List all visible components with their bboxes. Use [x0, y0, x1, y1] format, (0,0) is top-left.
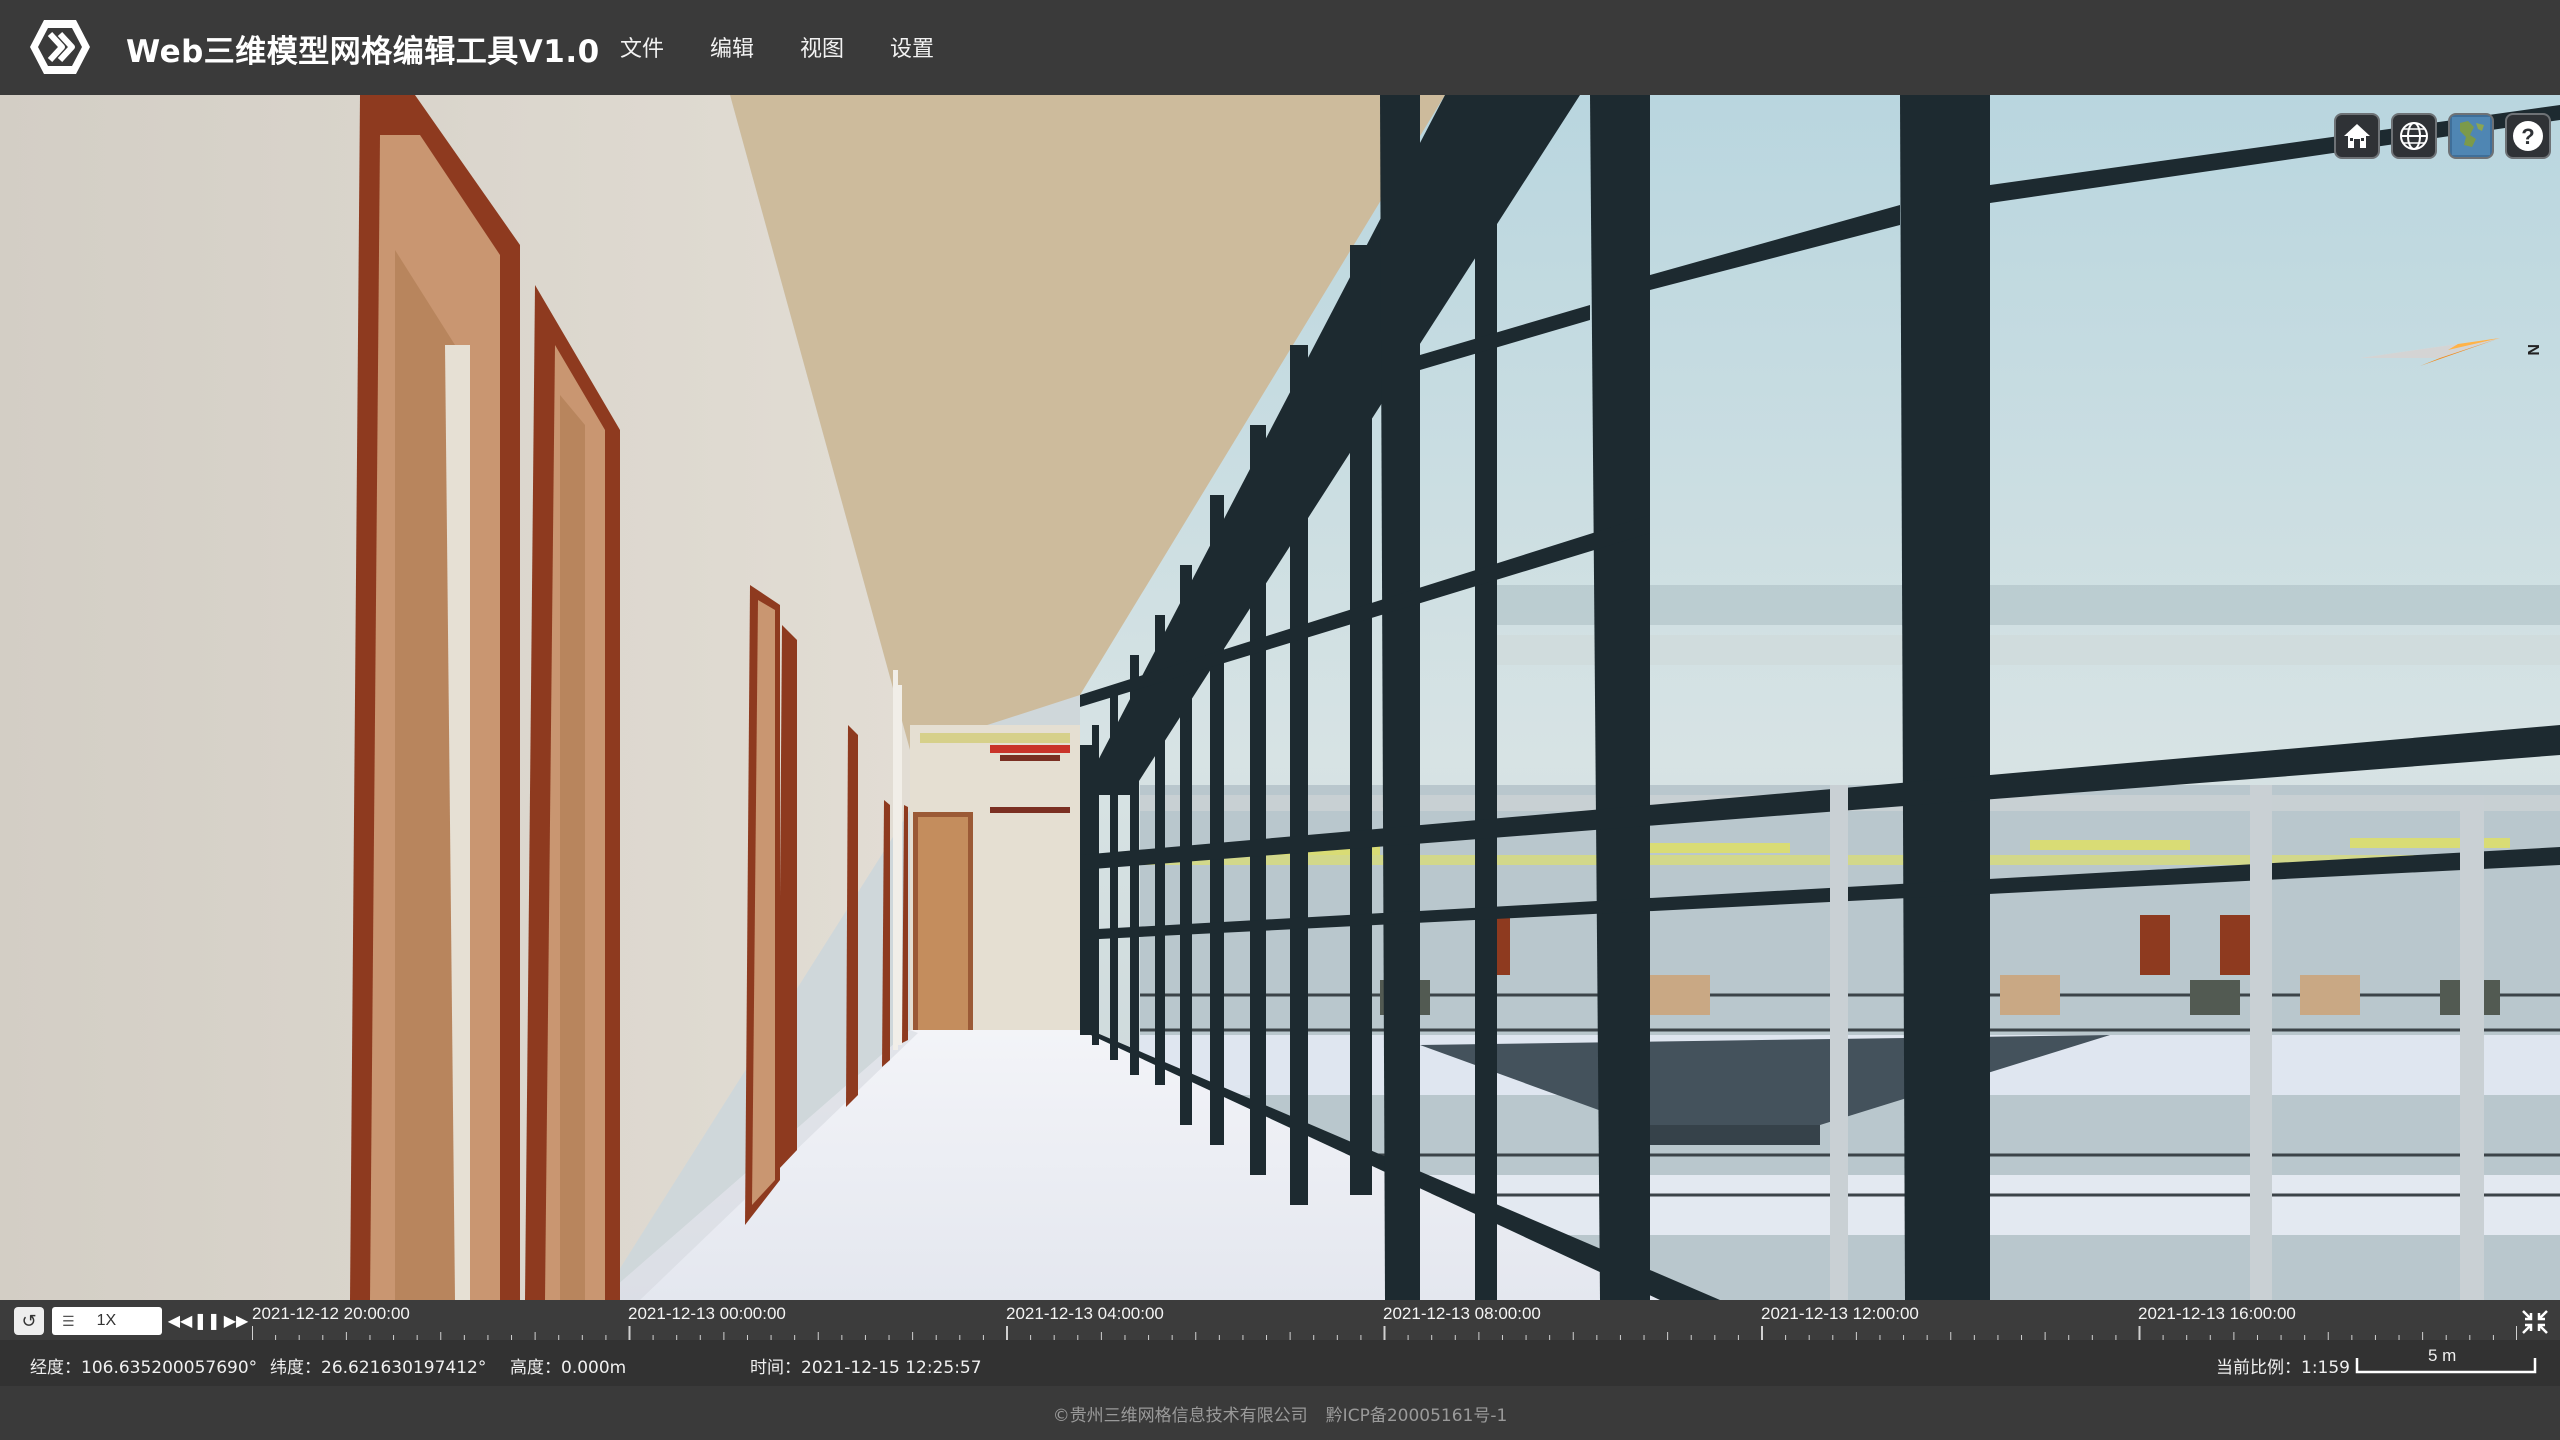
reset-time-button[interactable]: ↺ [14, 1307, 44, 1335]
adjust-icon: ☰ [62, 1312, 75, 1329]
reset-icon: ↺ [21, 1310, 37, 1331]
globe-button[interactable] [2391, 113, 2437, 159]
3d-viewport[interactable]: ? N [0, 95, 2560, 1300]
forward-button[interactable]: ▶▶ [223, 1307, 249, 1335]
pause-icon: ❚❚ [193, 1313, 221, 1330]
timeline-tick-label: 2021-12-13 00:00:00 [628, 1304, 786, 1323]
app-logo-icon [30, 20, 90, 74]
timeline-tick-label: 2021-12-13 04:00:00 [1006, 1304, 1164, 1323]
speed-value: 1X [96, 1312, 117, 1329]
base-layer-button[interactable] [2448, 113, 2494, 159]
menu-settings[interactable]: 设置 [890, 31, 934, 63]
north-compass-icon[interactable]: N [2360, 320, 2550, 400]
timeline-tick-label: 2021-12-13 08:00:00 [1383, 1304, 1541, 1323]
app-header: Web三维模型网格编辑工具V1.0 文件 编辑 视图 设置 [0, 0, 2560, 95]
help-icon: ? [2513, 121, 2543, 151]
altitude-readout: 高度：0.000m [510, 1358, 627, 1378]
rewind-icon: ◀◀ [167, 1313, 193, 1330]
copyright-text: ©贵州三维网格信息技术有限公司 [1052, 1405, 1308, 1426]
status-bar: 经度：106.635200057690° 纬度：26.621630197412°… [0, 1340, 2560, 1386]
fullscreen-button[interactable] [2520, 1308, 2550, 1336]
pause-button[interactable]: ❚❚ [193, 1307, 221, 1335]
rewind-button[interactable]: ◀◀ [167, 1307, 193, 1335]
menu-view[interactable]: 视图 [800, 31, 844, 63]
timeline-tick-label: 2021-12-13 16:00:00 [2138, 1304, 2296, 1323]
speed-selector[interactable]: ☰ 1X [52, 1307, 162, 1335]
timeline-tick-label: 2021-12-13 12:00:00 [1761, 1304, 1919, 1323]
timeline-tick-label: 2021-12-12 20:00:00 [252, 1304, 410, 1323]
scene-render[interactable] [0, 95, 2560, 1300]
scale-ratio: 当前比例：1:159 [2216, 1358, 2350, 1378]
longitude-readout: 经度：106.635200057690° [30, 1358, 258, 1378]
compass-label: N [2524, 344, 2541, 356]
collapse-icon [2522, 1310, 2548, 1334]
timeline-bar[interactable]: ↺ ☰ 1X ◀◀ ❚❚ ▶▶ 2021-12-12 20:00:00 2021… [0, 1300, 2560, 1340]
scale-bar-label: 5 m [2428, 1346, 2457, 1365]
latitude-readout: 纬度：26.621630197412° [270, 1358, 487, 1378]
home-icon [2344, 124, 2370, 148]
timeline-ruler[interactable] [252, 1326, 2517, 1340]
menu-edit[interactable]: 编辑 [710, 31, 754, 63]
home-button[interactable] [2334, 113, 2380, 159]
menu-file[interactable]: 文件 [620, 31, 664, 63]
help-button[interactable]: ? [2505, 113, 2551, 159]
svg-text:?: ? [2521, 124, 2534, 149]
layer-icon [2452, 117, 2490, 155]
time-readout: 时间：2021-12-15 12:25:57 [750, 1358, 982, 1378]
forward-icon: ▶▶ [223, 1313, 249, 1330]
icp-link[interactable]: 黔ICP备20005161号-1 [1326, 1401, 1508, 1426]
globe-icon [2400, 122, 2428, 150]
page-footer: ©贵州三维网格信息技术有限公司 黔ICP备20005161号-1 [0, 1386, 2560, 1440]
app-title: Web三维模型网格编辑工具V1.0 [126, 34, 600, 70]
